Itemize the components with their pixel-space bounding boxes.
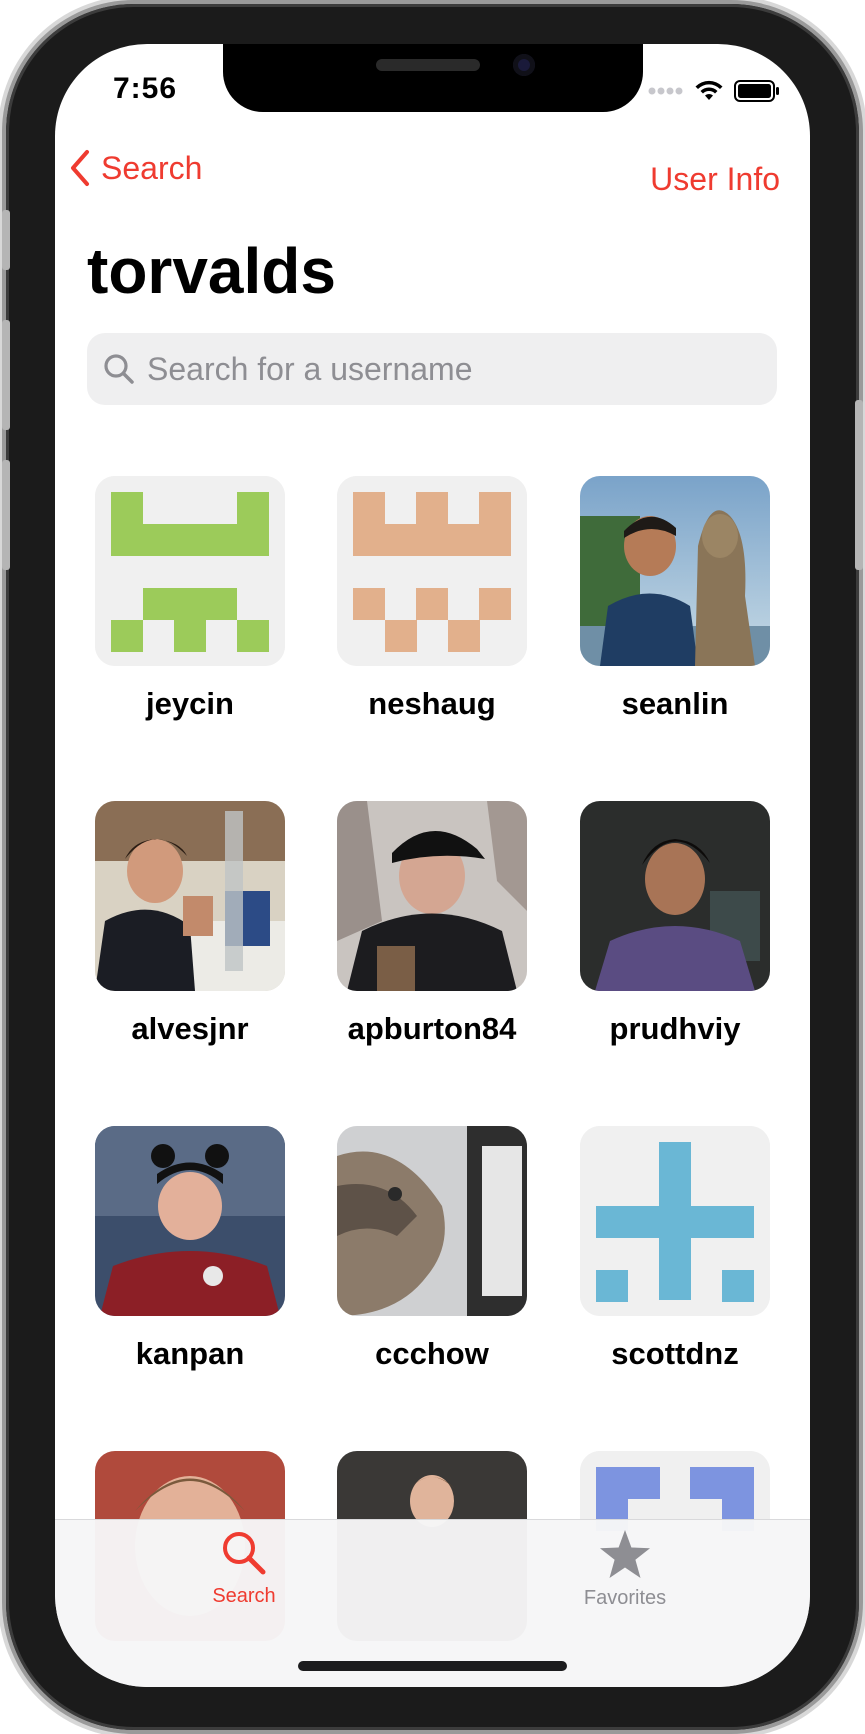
photo-avatar bbox=[337, 1126, 527, 1316]
page-title: torvalds bbox=[87, 235, 336, 307]
volume-down-button bbox=[2, 460, 10, 570]
tab-favorites[interactable]: Favorites bbox=[545, 1528, 705, 1610]
photo-avatar bbox=[580, 476, 770, 666]
avatar bbox=[337, 1126, 527, 1316]
tab-label: Search bbox=[212, 1585, 276, 1607]
battery-icon bbox=[734, 80, 779, 102]
follower-cell-alvesjnr[interactable]: alvesjnr bbox=[95, 801, 285, 1047]
back-button[interactable]: Search bbox=[69, 149, 202, 187]
back-button-label: Search bbox=[101, 149, 203, 186]
avatar bbox=[95, 1126, 285, 1316]
identicon-avatar bbox=[337, 476, 527, 666]
follower-cell-ccchow[interactable]: ccchow bbox=[337, 1126, 527, 1372]
photo-avatar bbox=[580, 801, 770, 991]
follower-cell-scottdnz[interactable]: scottdnz bbox=[580, 1126, 770, 1372]
star-icon bbox=[600, 1530, 650, 1578]
photo-avatar bbox=[95, 801, 285, 991]
avatar bbox=[580, 1126, 770, 1316]
identicon-avatar bbox=[580, 1126, 770, 1316]
follower-cell-apburton84[interactable]: apburton84 bbox=[337, 801, 527, 1047]
mute-switch bbox=[2, 210, 10, 270]
avatar bbox=[337, 476, 527, 666]
magnifier-icon bbox=[223, 1532, 266, 1575]
status-indicators bbox=[648, 80, 780, 102]
follower-cell-prudhviy[interactable]: prudhviy bbox=[580, 801, 770, 1047]
tab-bar: Search Favorites bbox=[55, 1519, 810, 1687]
search-bar[interactable] bbox=[87, 333, 777, 405]
username-label: kanpan bbox=[135, 1336, 245, 1371]
username-label: scottdnz bbox=[611, 1336, 739, 1371]
username-label: ccchow bbox=[375, 1336, 489, 1371]
identicon-avatar bbox=[95, 476, 285, 666]
search-input[interactable] bbox=[145, 349, 749, 389]
avatar bbox=[95, 801, 285, 991]
search-icon bbox=[104, 354, 134, 384]
volume-up-button bbox=[2, 320, 10, 430]
username-label: apburton84 bbox=[347, 1011, 517, 1046]
username-label: seanlin bbox=[621, 686, 729, 721]
user-info-button[interactable]: User Info bbox=[650, 161, 780, 198]
wifi-icon bbox=[695, 80, 723, 100]
avatar bbox=[580, 801, 770, 991]
photo-avatar bbox=[95, 1126, 285, 1316]
username-label: prudhviy bbox=[609, 1011, 741, 1046]
follower-cell-seanlin[interactable]: seanlin bbox=[580, 476, 770, 722]
follower-cell-kanpan[interactable]: kanpan bbox=[95, 1126, 285, 1372]
tab-label: Favorites bbox=[583, 1587, 667, 1609]
power-button bbox=[855, 400, 863, 570]
chevron-left-icon bbox=[71, 150, 89, 186]
avatar bbox=[95, 476, 285, 666]
home-indicator bbox=[298, 1661, 567, 1671]
tab-search[interactable]: Search bbox=[164, 1528, 324, 1608]
app-screen: 7:56 Search User Info torvalds Search fo… bbox=[55, 44, 810, 1687]
username-label: alvesjnr bbox=[131, 1011, 249, 1046]
speaker-grille bbox=[376, 59, 480, 71]
follower-cell-neshaug[interactable]: neshaug bbox=[337, 476, 527, 722]
photo-avatar bbox=[337, 801, 527, 991]
avatar bbox=[580, 476, 770, 666]
status-time: 7:56 bbox=[113, 72, 178, 105]
avatar bbox=[337, 801, 527, 991]
follower-cell-jeycin[interactable]: jeycin bbox=[95, 476, 285, 722]
username-label: neshaug bbox=[368, 686, 496, 721]
notch bbox=[223, 44, 643, 112]
username-label: jeycin bbox=[146, 686, 234, 721]
front-camera bbox=[513, 54, 535, 76]
signal-dots-icon bbox=[648, 87, 683, 95]
